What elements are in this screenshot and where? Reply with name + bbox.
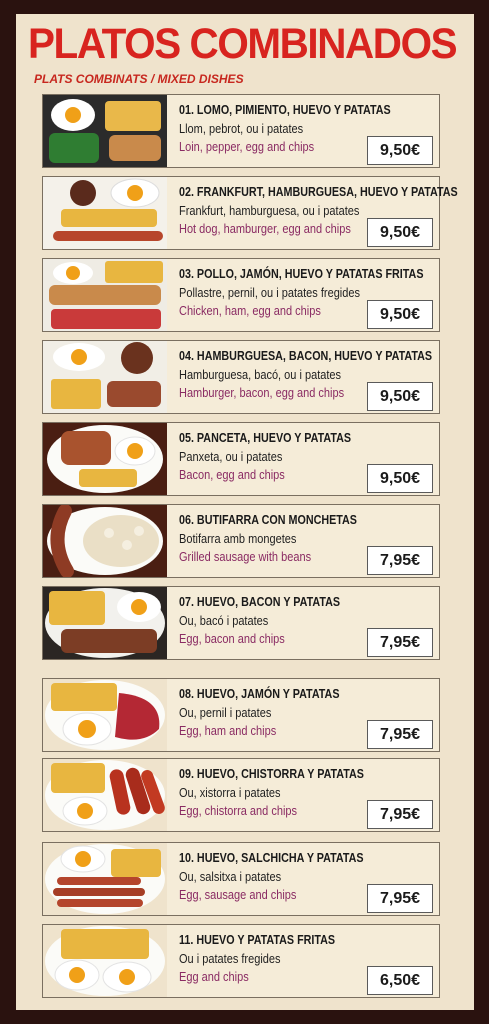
dish-name: 04. HAMBURGUESA, BACON, HUEVO Y PATATAS	[179, 349, 433, 363]
dish-price: 9,50€	[367, 464, 433, 493]
dish-name-catalan: Pollastre, pernil, ou i patates fregides	[179, 286, 360, 300]
dish-row: 04. HAMBURGUESA, BACON, HUEVO Y PATATAS …	[42, 340, 440, 414]
dish-row: 10. HUEVO, SALCHICHA Y PATATAS Ou, salsi…	[42, 842, 440, 916]
dish-name-english: Egg and chips	[179, 970, 249, 984]
menu-title: PLATOS COMBINADOS	[28, 20, 458, 68]
dish-name-catalan: Llom, pebrot, ou i patates	[179, 122, 304, 136]
dish-photo	[43, 423, 167, 495]
dish-row: 08. HUEVO, JAMÓN Y PATATAS Ou, pernil i …	[42, 678, 440, 752]
menu-subtitle: PLATS COMBINATS / MIXED DISHES	[34, 72, 244, 86]
dish-name-english: Egg, ham and chips	[179, 724, 277, 738]
dish-photo	[43, 679, 167, 751]
dish-photo	[43, 259, 167, 331]
dish-row: 03. POLLO, JAMÓN, HUEVO Y PATATAS FRITAS…	[42, 258, 440, 332]
dish-row: 09. HUEVO, CHISTORRA Y PATATAS Ou, xisto…	[42, 758, 440, 832]
dish-row: 11. HUEVO Y PATATAS FRITAS Ou i patates …	[42, 924, 440, 998]
dish-name: 08. HUEVO, JAMÓN Y PATATAS	[179, 687, 340, 701]
dish-name: 11. HUEVO Y PATATAS FRITAS	[179, 933, 336, 947]
dish-photo	[43, 177, 167, 249]
dish-name-english: Hot dog, hamburger, egg and chips	[179, 222, 351, 236]
dish-name-english: Chicken, ham, egg and chips	[179, 304, 321, 318]
dish-row: 05. PANCETA, HUEVO Y PATATAS Panxeta, ou…	[42, 422, 440, 496]
dish-name-catalan: Ou, salsitxa i patates	[179, 870, 282, 884]
dish-name: 03. POLLO, JAMÓN, HUEVO Y PATATAS FRITAS	[179, 267, 424, 281]
dish-name-catalan: Ou, pernil i patates	[179, 706, 272, 720]
dish-row: 01. LOMO, PIMIENTO, HUEVO Y PATATAS Llom…	[42, 94, 440, 168]
dish-price: 6,50€	[367, 966, 433, 995]
dish-photo	[43, 341, 167, 413]
dish-price: 7,95€	[367, 628, 433, 657]
dish-name-catalan: Ou i patates fregides	[179, 952, 281, 966]
dish-photo	[43, 505, 167, 577]
dish-price: 7,95€	[367, 546, 433, 575]
dish-photo	[43, 587, 167, 659]
dish-price: 9,50€	[367, 136, 433, 165]
dish-name-catalan: Ou, xistorra i patates	[179, 786, 281, 800]
dish-name: 06. BUTIFARRA CON MONCHETAS	[179, 513, 357, 527]
dish-photo	[43, 843, 167, 915]
dish-name: 05. PANCETA, HUEVO Y PATATAS	[179, 431, 352, 445]
dish-photo	[43, 95, 167, 167]
dish-name-catalan: Panxeta, ou i patates	[179, 450, 283, 464]
dish-name-english: Hamburger, bacon, egg and chips	[179, 386, 345, 400]
dish-price: 9,50€	[367, 218, 433, 247]
dish-name: 01. LOMO, PIMIENTO, HUEVO Y PATATAS	[179, 103, 391, 117]
dish-name-english: Egg, sausage and chips	[179, 888, 297, 902]
dish-name-english: Grilled sausage with beans	[179, 550, 312, 564]
dish-price: 7,95€	[367, 884, 433, 913]
dish-row: 06. BUTIFARRA CON MONCHETAS Botifarra am…	[42, 504, 440, 578]
dish-price: 7,95€	[367, 720, 433, 749]
dish-name-catalan: Botifarra amb mongetes	[179, 532, 297, 546]
dish-price: 7,95€	[367, 800, 433, 829]
dish-name-english: Egg, bacon and chips	[179, 632, 285, 646]
menu-panel: PLATOS COMBINADOS PLATS COMBINATS / MIXE…	[16, 14, 474, 1010]
dish-name-catalan: Ou, bacó i patates	[179, 614, 269, 628]
dish-price: 9,50€	[367, 300, 433, 329]
dish-name-catalan: Hamburguesa, bacó, ou i patates	[179, 368, 342, 382]
dish-name: 07. HUEVO, BACON Y PATATAS	[179, 595, 341, 609]
dish-price: 9,50€	[367, 382, 433, 411]
dish-photo	[43, 925, 167, 997]
dish-name-english: Bacon, egg and chips	[179, 468, 285, 482]
dish-name-english: Loin, pepper, egg and chips	[179, 140, 315, 154]
dish-name: 10. HUEVO, SALCHICHA Y PATATAS	[179, 851, 364, 865]
dish-name-catalan: Frankfurt, hamburguesa, ou i patates	[179, 204, 360, 218]
dish-photo	[43, 759, 167, 831]
dish-row: 02. FRANKFURT, HAMBURGUESA, HUEVO Y PATA…	[42, 176, 458, 250]
dish-name: 02. FRANKFURT, HAMBURGUESA, HUEVO Y PATA…	[179, 185, 458, 199]
dish-name: 09. HUEVO, CHISTORRA Y PATATAS	[179, 767, 364, 781]
dish-name-english: Egg, chistorra and chips	[179, 804, 298, 818]
dish-row: 07. HUEVO, BACON Y PATATAS Ou, bacó i pa…	[42, 586, 440, 660]
